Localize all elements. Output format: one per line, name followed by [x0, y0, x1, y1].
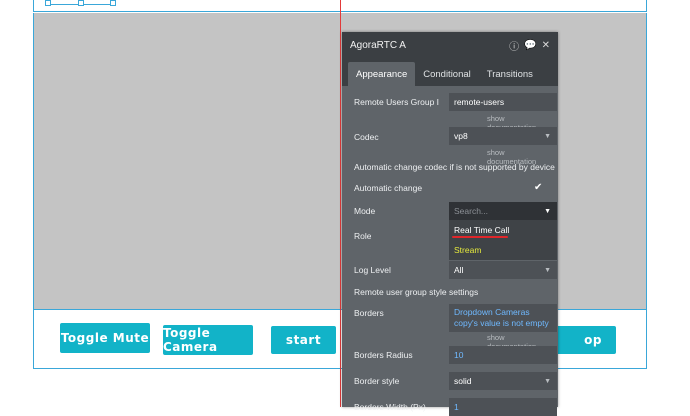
chevron-down-icon: ▼ [544, 377, 551, 385]
toggle-mute-button[interactable]: Toggle Mute [60, 323, 150, 353]
alignment-guide-line [340, 0, 341, 407]
auto-change-note: Automatic change codec if is not support… [354, 162, 555, 172]
panel-header: AgoraRTC A ⓘ 💬 ✕ [342, 32, 558, 58]
chevron-down-icon: ▼ [544, 266, 551, 274]
resize-handle-right[interactable] [110, 0, 116, 6]
log-level-value: All [454, 265, 464, 275]
borders-width-label: Borders Width (Px) [354, 402, 426, 412]
remote-users-group-input[interactable]: remote-users [449, 93, 557, 111]
toggle-camera-button[interactable]: Toggle Camera [163, 325, 253, 355]
border-style-value: solid [454, 376, 472, 386]
auto-change-label: Automatic change [354, 183, 423, 193]
border-style-label: Border style [354, 376, 400, 386]
mode-search-placeholder: Search... [454, 206, 489, 216]
checkmark-icon[interactable]: ✔ [534, 182, 542, 193]
borders-radius-input[interactable]: 10 [449, 346, 557, 364]
log-level-label: Log Level [354, 265, 391, 275]
tab-conditional[interactable]: Conditional [415, 62, 479, 86]
role-label: Role [354, 231, 372, 241]
start-button[interactable]: start [271, 326, 336, 354]
panel-title: AgoraRTC A [350, 39, 406, 51]
borders-radius-label: Borders Radius [354, 350, 413, 360]
property-editor-panel: AgoraRTC A ⓘ 💬 ✕ Appearance Conditional … [342, 32, 558, 416]
mode-dropdown-open: Search... ▼ Real Time Call Stream [449, 202, 557, 260]
resize-handle-middle[interactable] [78, 0, 84, 6]
remote-users-group-label: Remote Users Group I [354, 97, 440, 107]
mode-option-real-time-call[interactable]: Real Time Call [449, 220, 557, 240]
close-icon[interactable]: ✕ [542, 40, 550, 51]
borders-label: Borders [354, 308, 384, 318]
borders-width-input[interactable]: 1 [449, 398, 557, 416]
borders-condition-field[interactable]: Dropdown Cameras copy's value is not emp… [449, 304, 557, 332]
annotation-underline [452, 236, 508, 238]
chevron-down-icon: ▼ [544, 132, 551, 140]
log-level-dropdown[interactable]: All ▼ [449, 261, 557, 279]
stop-button[interactable]: op [549, 326, 616, 354]
info-icon[interactable]: ⓘ [509, 38, 519, 53]
resize-handle-left[interactable] [45, 0, 51, 6]
mode-label: Mode [354, 206, 376, 216]
border-style-dropdown[interactable]: solid ▼ [449, 372, 557, 390]
comment-icon[interactable]: 💬 [524, 40, 536, 51]
mode-search-input[interactable]: Search... ▼ [449, 202, 557, 220]
panel-tabs: Appearance Conditional Transitions [342, 58, 558, 86]
tab-transitions[interactable]: Transitions [479, 62, 541, 86]
mode-option-stream[interactable]: Stream [449, 240, 557, 260]
codec-dropdown[interactable]: vp8 ▼ [449, 127, 557, 145]
style-settings-note: Remote user group style settings [354, 287, 479, 297]
codec-label: Codec [354, 132, 379, 142]
codec-value: vp8 [454, 131, 468, 141]
chevron-down-icon: ▼ [544, 207, 551, 215]
tab-appearance[interactable]: Appearance [348, 62, 416, 86]
